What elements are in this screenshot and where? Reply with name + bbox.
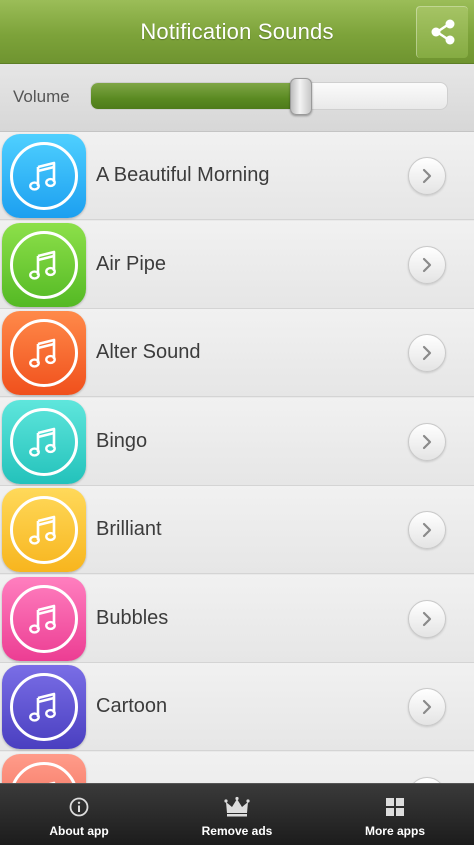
list-item[interactable]: Cartoon — [0, 663, 474, 751]
sound-name: A Beautiful Morning — [96, 164, 270, 186]
list-item[interactable]: A Beautiful Morning — [0, 132, 474, 220]
info-icon — [69, 797, 89, 817]
volume-slider-thumb[interactable] — [290, 78, 312, 115]
music-note-icon — [29, 338, 56, 368]
tile-ring — [10, 231, 78, 299]
tile-ring — [10, 319, 78, 387]
tile-ring — [10, 585, 78, 653]
list-item[interactable]: Alter Sound — [0, 309, 474, 397]
sound-tile — [2, 400, 86, 484]
volume-label: Volume — [13, 87, 70, 106]
chevron-right-icon — [422, 168, 432, 184]
open-sound-button[interactable] — [408, 246, 446, 284]
app-header: Notification Sounds — [0, 0, 474, 64]
sound-tile — [2, 311, 86, 395]
music-note-icon — [29, 692, 56, 722]
page-title: Notification Sounds — [140, 19, 334, 44]
chevron-right-icon — [422, 434, 432, 450]
about-app-button[interactable]: About app — [0, 784, 158, 845]
sound-tile — [2, 665, 86, 749]
open-sound-button[interactable] — [408, 334, 446, 372]
sound-name: Bingo — [96, 430, 148, 452]
sound-list[interactable]: A Beautiful Morning Air Pipe Alter Sound Bi… — [0, 132, 474, 783]
open-sound-button[interactable] — [408, 688, 446, 726]
sound-tile — [2, 134, 86, 218]
sound-name: Bubbles — [96, 607, 169, 629]
list-item[interactable]: Brilliant — [0, 486, 474, 574]
volume-slider-fill — [91, 83, 302, 109]
bottom-nav: About app Remove ads More apps — [0, 783, 474, 845]
sound-name: Alter Sound — [96, 341, 201, 363]
list-item[interactable]: Air Pipe — [0, 221, 474, 309]
chevron-right-icon — [422, 522, 432, 538]
music-note-icon — [29, 250, 56, 280]
open-sound-button[interactable] — [408, 423, 446, 461]
sound-name: Air Pipe — [96, 253, 167, 275]
music-note-icon — [29, 515, 56, 545]
about-app-label: About app — [49, 824, 109, 838]
sound-tile — [2, 488, 86, 572]
open-sound-button[interactable] — [408, 511, 446, 549]
sound-name: Cartoon — [96, 695, 168, 717]
crown-icon — [224, 796, 250, 817]
open-sound-button[interactable] — [408, 600, 446, 638]
remove-ads-button[interactable]: Remove ads — [158, 784, 316, 845]
volume-slider[interactable] — [90, 82, 448, 110]
tile-ring — [10, 762, 78, 783]
sound-tile — [2, 223, 86, 307]
sound-tile — [2, 577, 86, 661]
list-item[interactable]: Bubbles — [0, 575, 474, 663]
share-button[interactable] — [416, 6, 468, 58]
music-note-icon — [29, 604, 56, 634]
tile-ring — [10, 142, 78, 210]
chevron-right-icon — [422, 611, 432, 627]
music-note-icon — [29, 161, 56, 191]
open-sound-button[interactable] — [408, 157, 446, 195]
more-apps-button[interactable]: More apps — [316, 784, 474, 845]
grid-icon — [386, 798, 404, 816]
tile-ring — [10, 496, 78, 564]
list-item[interactable] — [0, 752, 474, 783]
sound-name: Brilliant — [96, 518, 162, 540]
list-item[interactable]: Bingo — [0, 398, 474, 486]
chevron-right-icon — [422, 257, 432, 273]
music-note-icon — [29, 427, 56, 457]
sound-tile — [2, 754, 86, 783]
chevron-right-icon — [422, 345, 432, 361]
tile-ring — [10, 408, 78, 476]
more-apps-label: More apps — [364, 824, 425, 838]
chevron-right-icon — [422, 699, 432, 715]
tile-ring — [10, 673, 78, 741]
remove-ads-label: Remove ads — [201, 824, 273, 838]
share-icon — [431, 19, 454, 45]
